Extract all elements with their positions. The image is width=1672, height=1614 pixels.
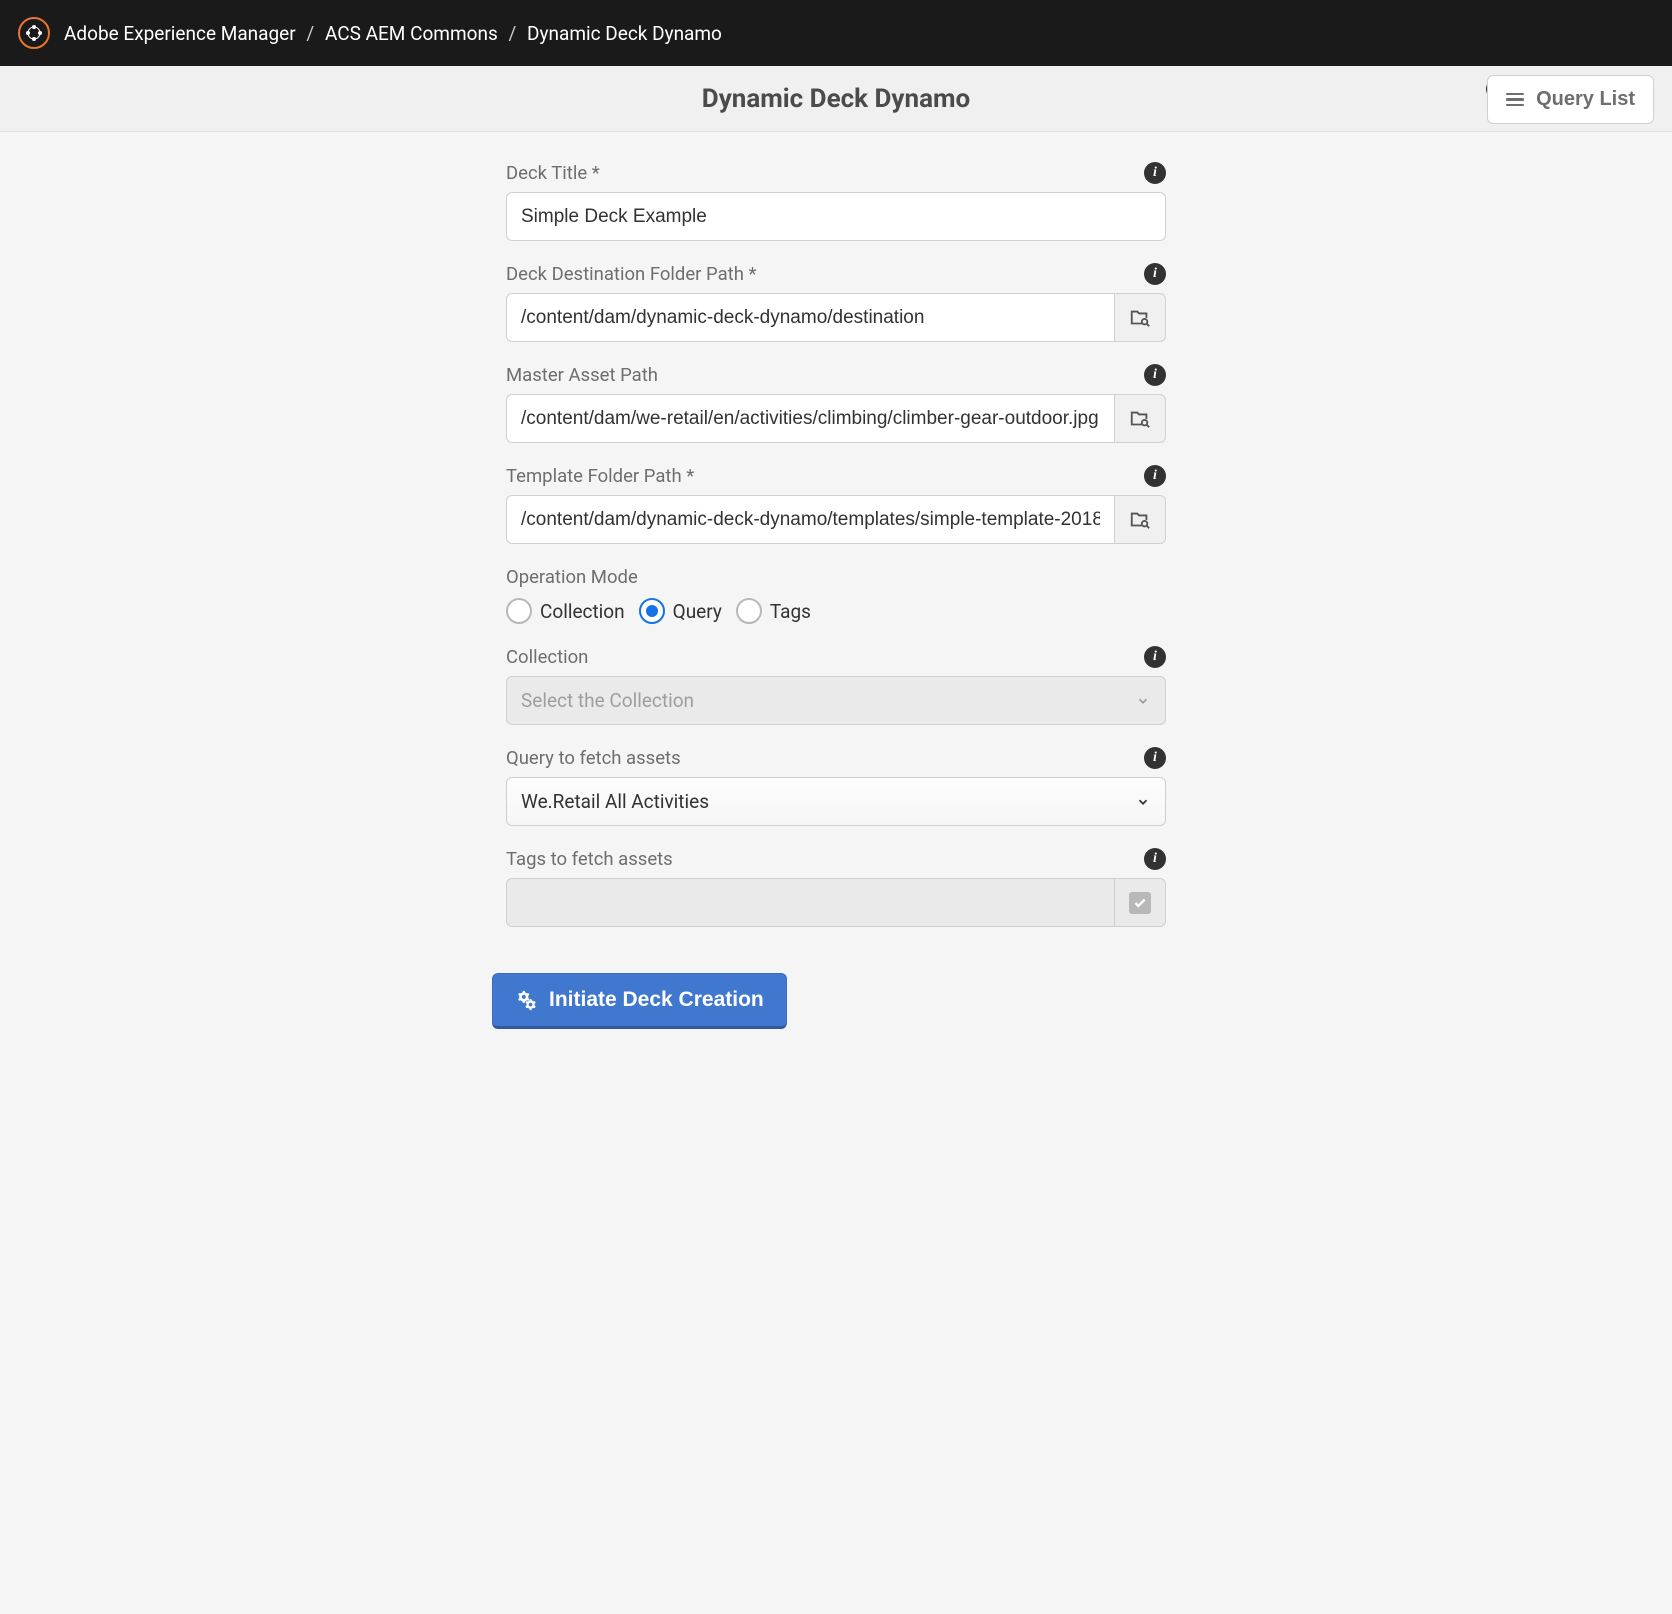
info-icon[interactable] — [1144, 162, 1166, 184]
topbar: Adobe Experience Manager / ACS AEM Commo… — [0, 0, 1672, 66]
deck-title-label: Deck Title * — [506, 162, 600, 184]
breadcrumb-root[interactable]: Adobe Experience Manager — [64, 22, 296, 45]
info-icon[interactable] — [1144, 848, 1166, 870]
radio-tags[interactable]: Tags — [736, 598, 811, 624]
info-icon[interactable] — [1144, 747, 1166, 769]
destination-path-input[interactable] — [506, 293, 1114, 342]
field-deck-title: Deck Title * — [506, 162, 1166, 241]
field-master-asset-path: Master Asset Path — [506, 364, 1166, 443]
aem-logo-icon[interactable] — [18, 17, 50, 49]
breadcrumb: Adobe Experience Manager / ACS AEM Commo… — [64, 22, 722, 45]
query-select[interactable]: We.Retail All Activities — [506, 777, 1166, 826]
info-icon[interactable] — [1144, 465, 1166, 487]
folder-search-icon — [1129, 509, 1151, 531]
operation-mode-label: Operation Mode — [506, 566, 1166, 588]
radio-collection-label: Collection — [540, 600, 625, 623]
template-folder-path-label: Template Folder Path * — [506, 465, 694, 487]
radio-icon — [506, 598, 532, 624]
radio-tags-label: Tags — [770, 600, 811, 623]
master-asset-path-input[interactable] — [506, 394, 1114, 443]
field-operation-mode: Operation Mode Collection Query Tags — [506, 566, 1166, 624]
radio-collection[interactable]: Collection — [506, 598, 625, 624]
query-label: Query to fetch assets — [506, 747, 681, 769]
breadcrumb-sep: / — [508, 22, 516, 45]
query-value: We.Retail All Activities — [521, 790, 709, 813]
tags-label: Tags to fetch assets — [506, 848, 673, 870]
master-asset-path-label: Master Asset Path — [506, 364, 658, 386]
template-folder-path-input[interactable] — [506, 495, 1114, 544]
field-collection: Collection Select the Collection — [506, 646, 1166, 725]
page-title: Dynamic Deck Dynamo — [702, 84, 970, 114]
info-icon[interactable] — [1144, 646, 1166, 668]
field-destination-path: Deck Destination Folder Path * — [506, 263, 1166, 342]
initiate-deck-creation-button[interactable]: Initiate Deck Creation — [492, 973, 787, 1029]
folder-search-icon — [1129, 408, 1151, 430]
info-icon[interactable] — [1144, 364, 1166, 386]
form-container: Deck Title * Deck Destination Folder Pat… — [506, 132, 1166, 1089]
breadcrumb-mid[interactable]: ACS AEM Commons — [325, 22, 498, 45]
field-template-folder-path: Template Folder Path * — [506, 465, 1166, 544]
query-list-button[interactable]: Query List — [1487, 75, 1654, 124]
browse-folder-button[interactable] — [1114, 293, 1166, 342]
query-list-label: Query List — [1536, 88, 1635, 111]
field-query: Query to fetch assets We.Retail All Acti… — [506, 747, 1166, 826]
radio-icon — [736, 598, 762, 624]
field-tags: Tags to fetch assets — [506, 848, 1166, 927]
breadcrumb-sep: / — [306, 22, 314, 45]
radio-query-label: Query — [673, 600, 722, 623]
checkmark-icon — [1129, 892, 1151, 914]
radio-icon — [639, 598, 665, 624]
browse-folder-button[interactable] — [1114, 394, 1166, 443]
subheader: Dynamic Deck Dynamo Query List — [0, 66, 1672, 132]
collection-label: Collection — [506, 646, 588, 668]
collection-placeholder: Select the Collection — [521, 689, 694, 712]
deck-title-input[interactable] — [506, 192, 1166, 241]
folder-search-icon — [1129, 307, 1151, 329]
hamburger-icon — [1506, 90, 1524, 110]
submit-label: Initiate Deck Creation — [549, 988, 764, 1012]
destination-path-label: Deck Destination Folder Path * — [506, 263, 756, 285]
tags-input — [506, 878, 1114, 927]
browse-folder-button[interactable] — [1114, 495, 1166, 544]
info-icon[interactable] — [1144, 263, 1166, 285]
radio-query[interactable]: Query — [639, 598, 722, 624]
gears-icon — [515, 989, 537, 1011]
tags-select-button — [1114, 878, 1166, 927]
collection-select: Select the Collection — [506, 676, 1166, 725]
breadcrumb-leaf[interactable]: Dynamic Deck Dynamo — [527, 22, 722, 45]
